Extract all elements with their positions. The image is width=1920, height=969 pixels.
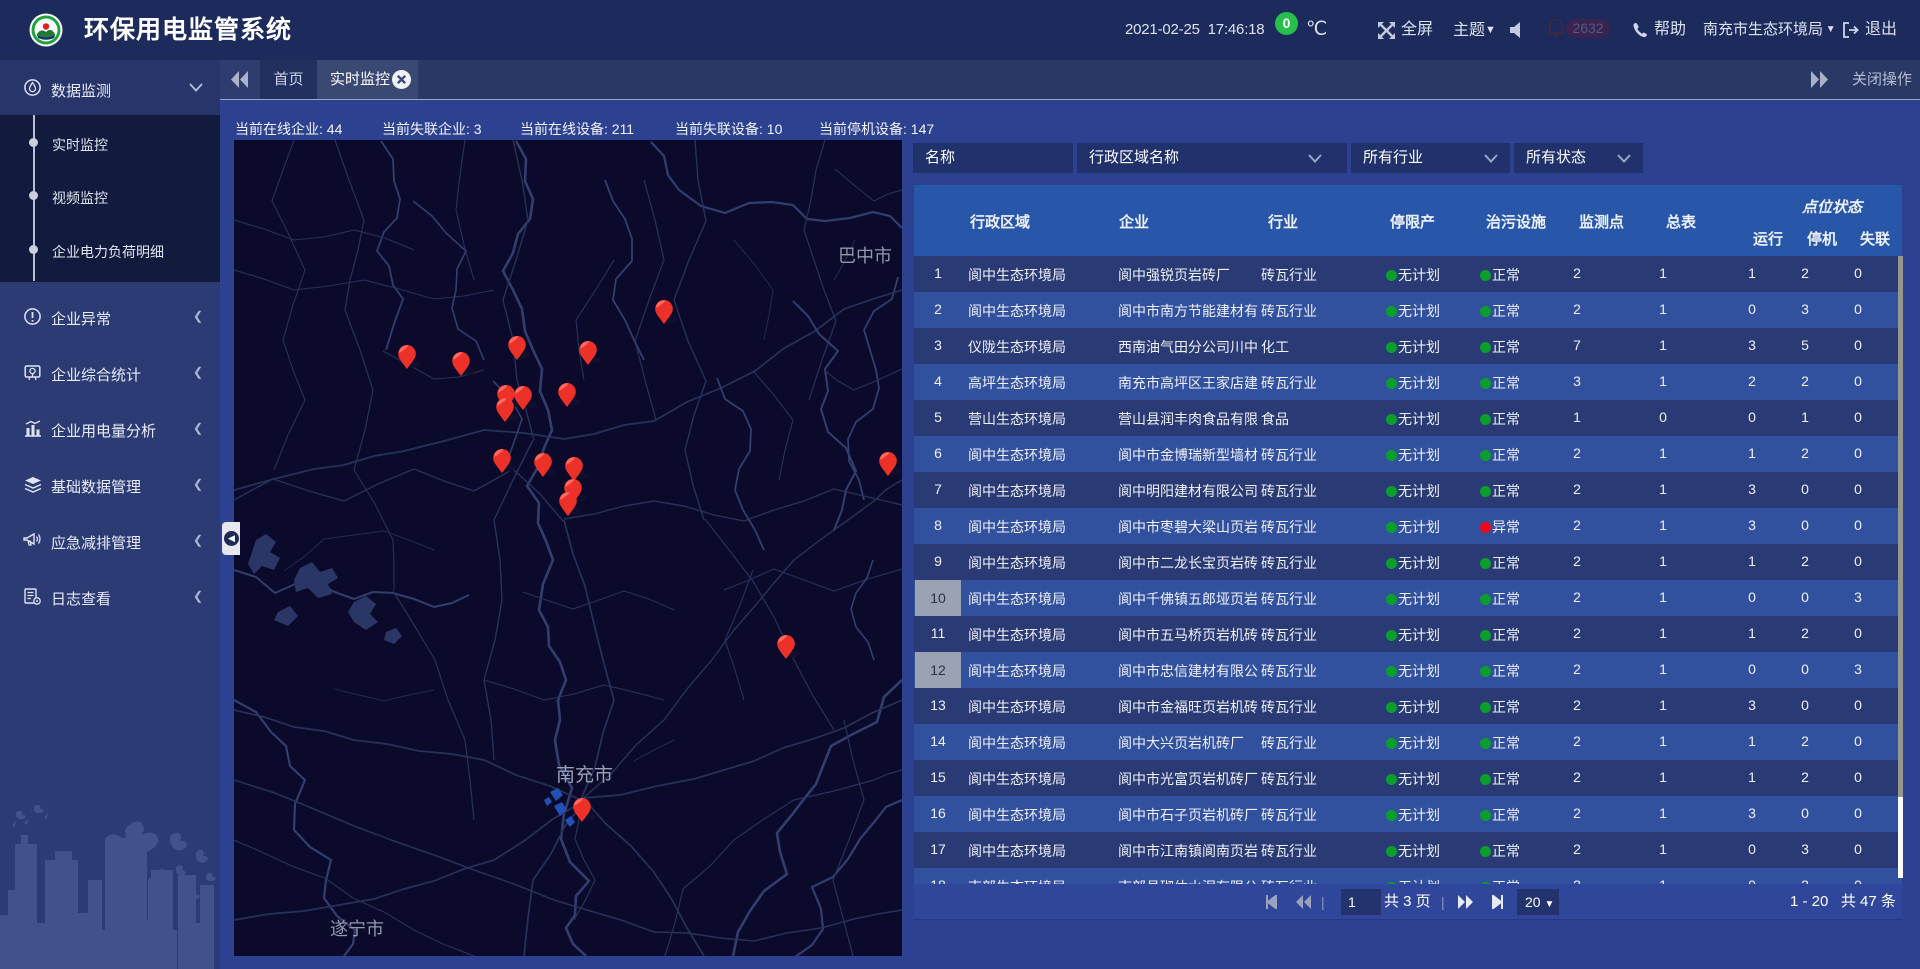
svg-text:南充市: 南充市 — [556, 764, 613, 786]
svg-text:遂宁市: 遂宁市 — [330, 919, 384, 939]
svg-text:巴中市: 巴中市 — [838, 246, 892, 266]
